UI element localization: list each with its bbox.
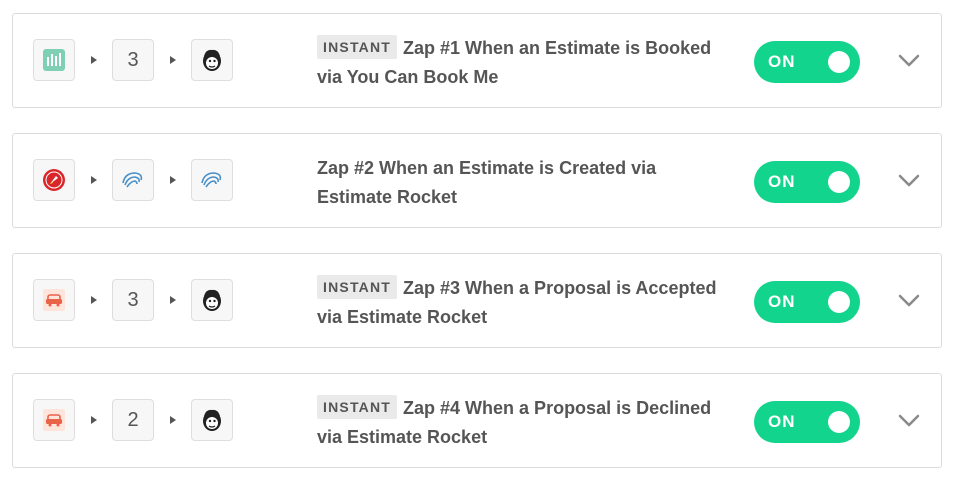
zap-title-text: Zap #2 When an Estimate is Created via E… [317,158,657,207]
zap-title[interactable]: Zap #2 When an Estimate is Created via E… [317,154,717,212]
step-arrow-icon [91,56,97,64]
estimate-rocket-proposal-icon [33,279,75,321]
swirl-app-icon [191,159,233,201]
step-arrow-icon [170,416,176,424]
zap-title[interactable]: INSTANT Zap #1 When an Estimate is Booked… [317,34,717,92]
estimate-rocket-icon [33,159,75,201]
mailchimp-icon [191,399,233,441]
toggle-label: ON [768,52,796,71]
toggle-knob [828,411,850,433]
chevron-down-icon[interactable] [897,410,921,430]
zap-on-toggle[interactable]: ON [754,161,860,203]
zap-row-3[interactable]: 3 INSTANT Zap #3 When a Proposal is Accep… [12,253,942,348]
toggle-knob [828,171,850,193]
step-count: 3 [127,288,139,311]
zap-title[interactable]: INSTANT Zap #4 When a Proposal is Decline… [317,394,717,452]
zap-on-toggle[interactable]: ON [754,401,860,443]
step-count: 2 [127,408,139,431]
chevron-down-icon[interactable] [897,170,921,190]
estimate-rocket-proposal-icon [33,399,75,441]
zap-list: 3 INSTANT Zap #1 When an Estimate is Book… [0,0,957,484]
toggle-knob [828,51,850,73]
chevron-down-icon[interactable] [897,290,921,310]
mailchimp-icon [191,39,233,81]
you-can-book-me-icon [33,39,75,81]
step-arrow-icon [91,416,97,424]
step-arrow-icon [170,56,176,64]
instant-badge: INSTANT [317,35,398,59]
step-arrow-icon [170,296,176,304]
step-count: 3 [127,48,139,71]
zap-row-4[interactable]: 2 INSTANT Zap #4 When a Proposal is Decli… [12,373,942,468]
swirl-app-icon [112,159,154,201]
toggle-label: ON [768,172,796,191]
zap-row-1[interactable]: 3 INSTANT Zap #1 When an Estimate is Book… [12,13,942,108]
toggle-label: ON [768,292,796,311]
mailchimp-icon [191,279,233,321]
zap-row-2[interactable]: Zap #2 When an Estimate is Created via E… [12,133,942,228]
toggle-label: ON [768,412,796,431]
step-arrow-icon [91,176,97,184]
zap-on-toggle[interactable]: ON [754,41,860,83]
zap-title[interactable]: INSTANT Zap #3 When a Proposal is Accepte… [317,274,717,332]
instant-badge: INSTANT [317,275,398,299]
toggle-knob [828,291,850,313]
step-arrow-icon [91,296,97,304]
step-count-box: 3 [112,39,154,81]
zap-on-toggle[interactable]: ON [754,281,860,323]
step-count-box: 2 [112,399,154,441]
chevron-down-icon[interactable] [897,50,921,70]
instant-badge: INSTANT [317,395,398,419]
step-count-box: 3 [112,279,154,321]
step-arrow-icon [170,176,176,184]
